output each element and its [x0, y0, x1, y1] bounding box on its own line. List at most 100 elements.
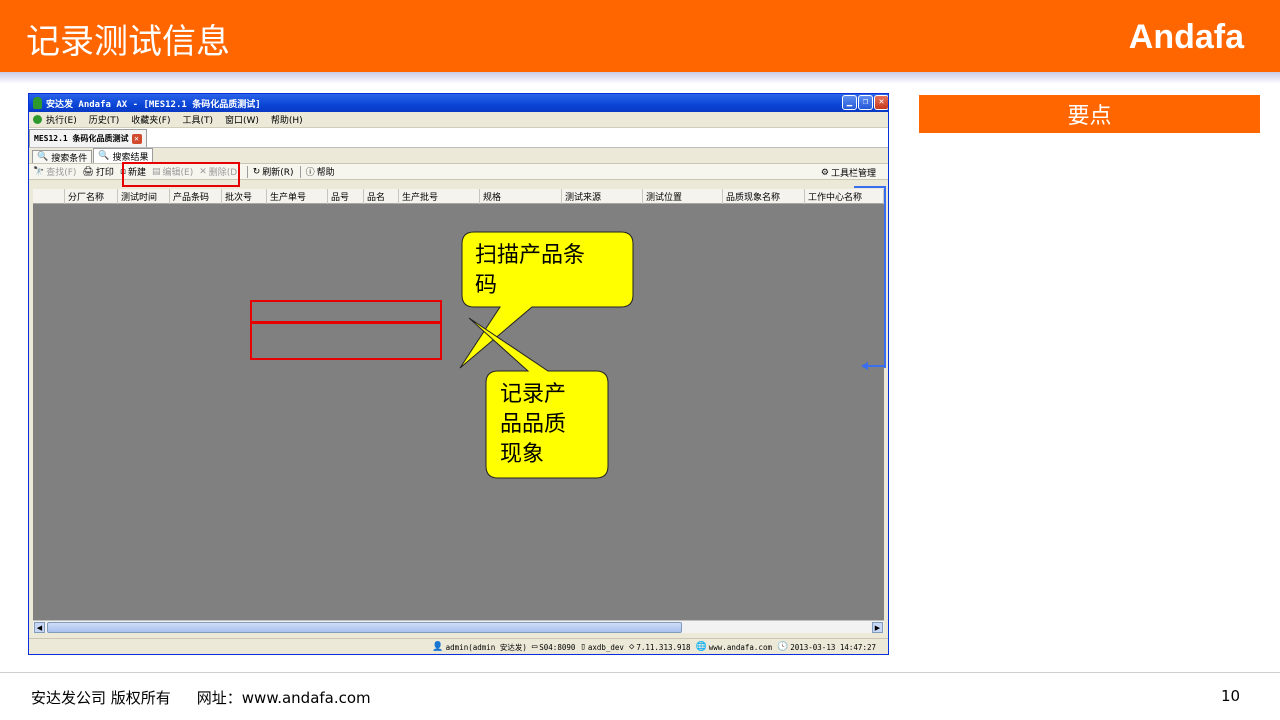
scan-barcode-line-2: 码	[475, 273, 498, 298]
status-user: 👤 admin(admin 安达发)	[432, 642, 526, 653]
column-header[interactable]: 测试时间	[118, 189, 170, 204]
status-datetime: 🕓 2013-03-13 14:47:27	[777, 642, 876, 652]
menu-execute[interactable]: 执行(E)	[46, 113, 77, 126]
database-icon: ▯	[580, 642, 586, 652]
scrollbar-thumb[interactable]	[47, 622, 682, 633]
menu-help[interactable]: 帮助(H)	[271, 113, 303, 126]
toolbar-manage-label: 工具栏管理	[830, 169, 876, 179]
app-icon	[33, 97, 42, 109]
restore-button[interactable]: ❐	[858, 95, 873, 110]
column-header[interactable]: 规格	[480, 189, 562, 204]
horizontal-scrollbar[interactable]: ◀ ▶	[33, 620, 884, 633]
minimize-button[interactable]: ▁	[842, 95, 857, 110]
search-results-icon: 🔍	[98, 151, 110, 161]
column-header[interactable]: 品质现象名称	[723, 189, 805, 204]
slide-title: 记录测试信息	[26, 22, 230, 62]
help-button[interactable]: ⓘ 帮助	[306, 165, 335, 178]
menu-tools[interactable]: 工具(T)	[182, 113, 213, 126]
sub-tabs: 🔍 搜索条件 🔍 搜索结果	[29, 148, 888, 164]
window-title: 安达发 Andafa AX - [MES12.1 条码化品质测试]	[46, 99, 261, 110]
status-site: 🌐 www.andafa.com	[696, 642, 772, 652]
close-button[interactable]: ✕	[874, 95, 888, 110]
tab-search-criteria-label: 搜索条件	[51, 153, 88, 164]
tab-search-results[interactable]: 🔍 搜索结果	[93, 148, 154, 163]
menu-history[interactable]: 历史(T)	[89, 113, 120, 126]
status-bar: 👤 admin(admin 安达发) ▭ S04:8090 ▯ axdb_dev ◇ 7…	[29, 638, 888, 654]
column-header[interactable]: 测试来源	[562, 189, 643, 204]
menu-window[interactable]: 窗口(W)	[225, 113, 259, 126]
user-icon: 👤	[432, 642, 444, 652]
tab-search-results-label: 搜索结果	[112, 152, 149, 163]
column-header[interactable]: 批次号	[222, 189, 267, 204]
help-button-label: 帮助	[316, 168, 335, 178]
refresh-icon: ↻	[252, 166, 261, 177]
status-version-text: 7.11.313.918	[636, 642, 691, 652]
version-icon: ◇	[628, 642, 635, 652]
slide-header-shadow	[0, 72, 1280, 84]
status-db: ▯ axdb_dev	[580, 642, 624, 652]
document-tabs: MES12.1 条码化品质测试 ✕	[29, 128, 888, 148]
column-header-rownum	[33, 189, 65, 204]
column-header[interactable]: 品号	[328, 189, 364, 204]
record-quality-line-1: 记录产	[500, 382, 567, 407]
status-server-text: S04:8090	[539, 642, 576, 652]
clock-icon: 🕓	[776, 642, 789, 652]
arrow-left-icon	[861, 362, 886, 370]
record-quality-line-3: 现象	[500, 442, 545, 467]
window-titlebar: 安达发 Andafa AX - [MES12.1 条码化品质测试] ▁ ❐ ✕	[29, 94, 888, 112]
scroll-right-icon[interactable]: ▶	[872, 622, 883, 633]
scan-barcode-line-1: 扫描产品条	[475, 243, 586, 268]
tab-search-criteria[interactable]: 🔍 搜索条件	[32, 150, 93, 164]
keypoints-header: 要点	[919, 95, 1260, 133]
status-db-text: axdb_dev	[587, 642, 624, 652]
help-icon: ⓘ	[305, 168, 315, 178]
column-header[interactable]: 测试位置	[643, 189, 723, 204]
printer-icon: 🖨	[82, 166, 94, 177]
menu-favorites[interactable]: 收藏夹(F)	[131, 113, 170, 126]
toolbar-separator	[246, 165, 248, 178]
search-button[interactable]: 🔭 查找(F)	[33, 165, 77, 179]
footer-website: 网址：www.andafa.com	[196, 689, 371, 707]
toolbar-manage-button[interactable]: ⚙ 工具栏管理	[820, 166, 876, 180]
server-icon: ▭	[531, 642, 538, 652]
record-quality-callout: 记录产 品品质 现象	[500, 380, 566, 470]
record-quality-line-2: 品品质	[500, 412, 567, 437]
document-tab-label: MES12.1 条码化品质测试	[34, 134, 129, 143]
search-button-label: 查找(F)	[46, 168, 77, 178]
footer-divider	[0, 672, 1280, 673]
page-number: 10	[1221, 687, 1241, 705]
grid-body[interactable]	[33, 204, 884, 620]
run-icon	[33, 115, 42, 124]
scroll-left-icon[interactable]: ◀	[34, 622, 45, 633]
grid-header: 分厂名称 测试时间 产品条码 批次号 生产单号 品号 品名 生产批号 规格 测试…	[33, 189, 884, 204]
footer: 安达发公司 版权所有 网址：www.andafa.com	[31, 687, 371, 708]
document-tab[interactable]: MES12.1 条码化品质测试 ✕	[29, 129, 147, 147]
globe-icon: 🌐	[695, 642, 707, 652]
column-header[interactable]: 产品条码	[170, 189, 222, 204]
status-version: ◇ 7.11.313.918	[629, 642, 691, 652]
column-header[interactable]: 生产单号	[267, 189, 328, 204]
new-button-highlight	[122, 162, 240, 187]
print-button-label: 打印	[95, 168, 114, 178]
refresh-button-label: 刷新(R)	[262, 168, 294, 178]
menubar: 执行(E) 历史(T) 收藏夹(F) 工具(T) 窗口(W) 帮助(H)	[29, 112, 888, 128]
status-server: ▭ S04:8090	[532, 642, 576, 652]
toolbar-separator	[299, 165, 301, 178]
scan-barcode-callout: 扫描产品条 码	[475, 241, 585, 301]
column-header[interactable]: 品名	[364, 189, 399, 204]
column-header[interactable]: 生产批号	[399, 189, 480, 204]
column-scroll-bracket	[854, 186, 886, 368]
refresh-button[interactable]: ↻ 刷新(R)	[252, 165, 294, 179]
status-site-text: www.andafa.com	[708, 642, 772, 652]
search-criteria-icon: 🔍	[37, 152, 49, 162]
brand-logo: Andafa	[1128, 18, 1244, 56]
search-icon: 🔭	[33, 166, 45, 177]
status-datetime-text: 2013-03-13 14:47:27	[790, 642, 876, 652]
print-button[interactable]: 🖨 打印	[82, 165, 114, 179]
toolbar-manage-icon: ⚙	[820, 167, 829, 178]
status-user-text: admin(admin 安达发)	[445, 642, 527, 652]
close-tab-icon[interactable]: ✕	[131, 133, 142, 144]
footer-copyright: 安达发公司 版权所有	[31, 689, 171, 707]
column-header[interactable]: 分厂名称	[65, 189, 118, 204]
quality-field-highlight	[250, 321, 442, 360]
